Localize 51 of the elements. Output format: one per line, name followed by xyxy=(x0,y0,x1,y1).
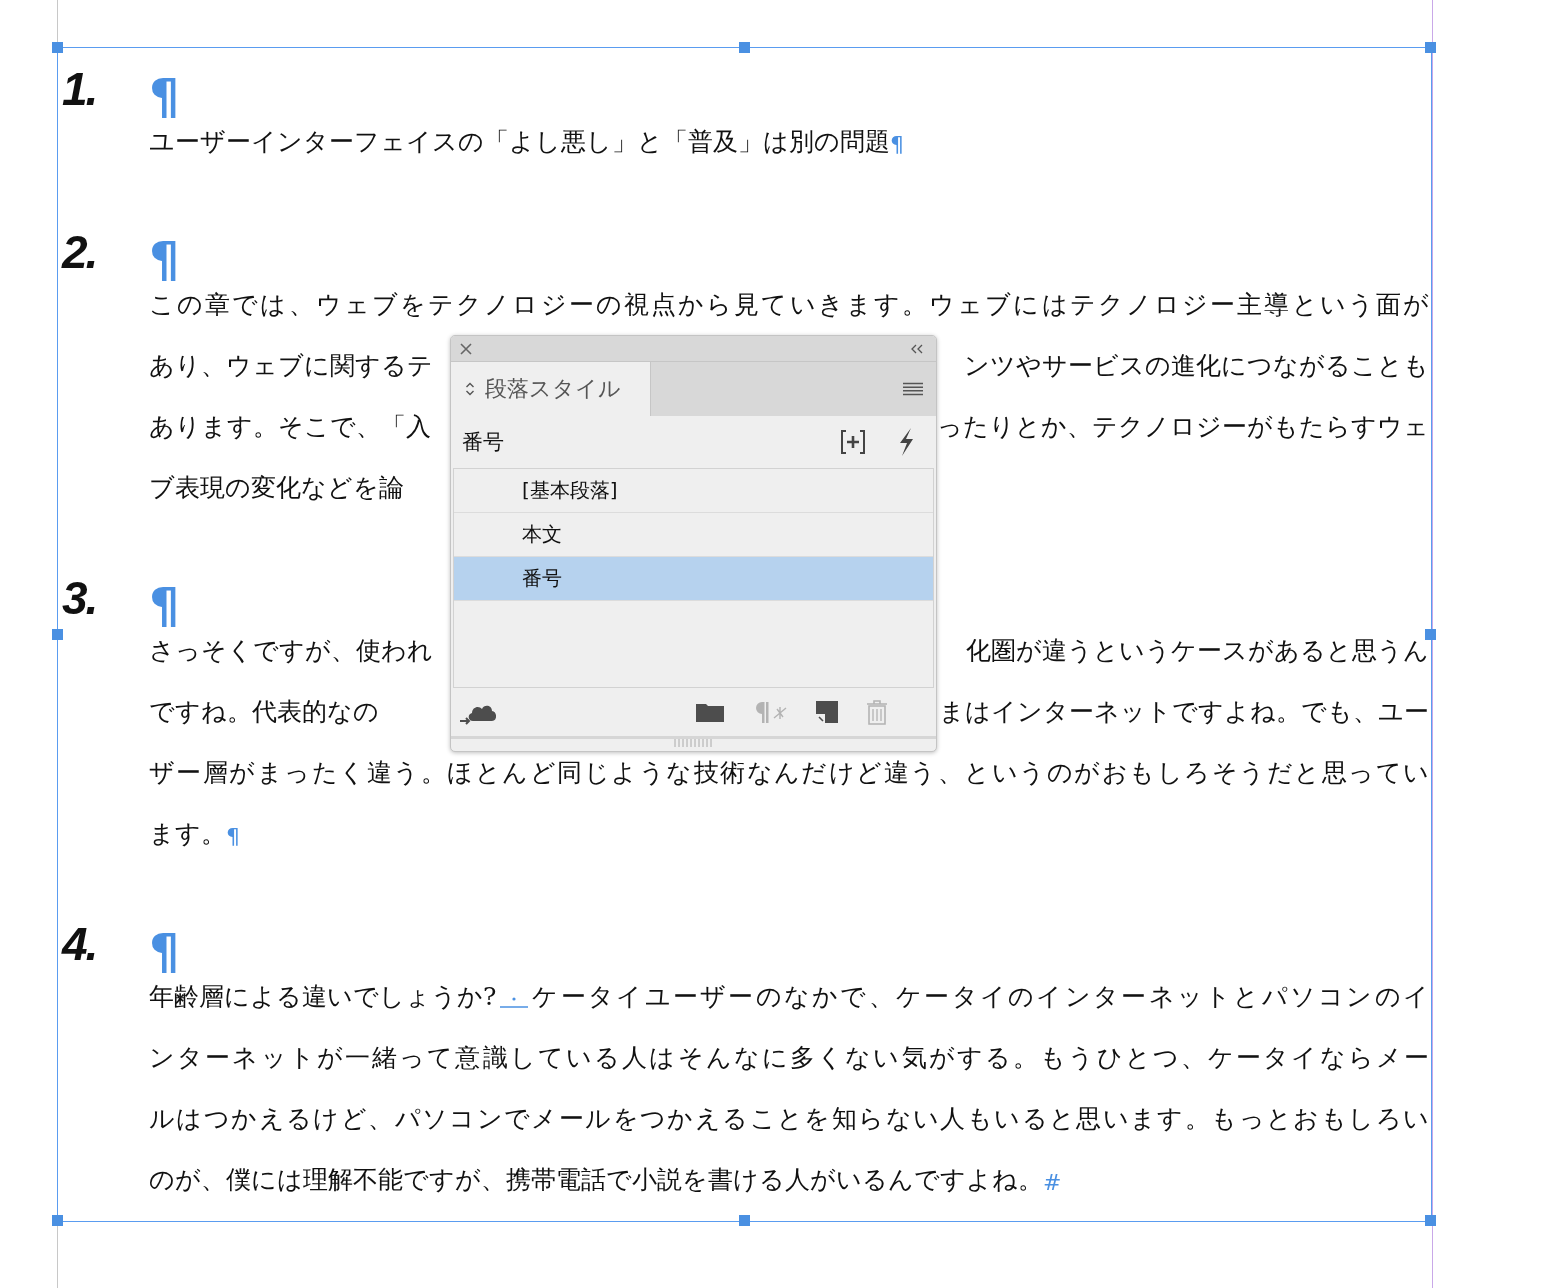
body-text: さっそくですが、使われ xyxy=(149,634,433,667)
body-text: ます。 xyxy=(149,817,226,850)
selection-handle[interactable] xyxy=(738,1215,750,1226)
selection-handle[interactable] xyxy=(52,42,63,53)
new-style-icon[interactable] xyxy=(840,429,866,455)
paragraph-end-mark: ¶ xyxy=(226,822,240,851)
paragraph-mark: ¶ xyxy=(149,575,180,630)
new-item-icon[interactable] xyxy=(816,701,838,723)
paragraph-end-mark: ¶ xyxy=(890,130,904,159)
body-text: ケータイユーザーのなかで、ケータイのインターネットとパソコンのイ xyxy=(532,980,1429,1013)
selection-handle[interactable] xyxy=(1425,42,1436,53)
paragraph-mark: ¶ xyxy=(149,921,180,976)
list-number: 4. xyxy=(60,918,98,969)
body-text: ルはつかえるけど、パソコンでメールをつかえることを知らない人もいると思います。もっとおもしろい xyxy=(149,1102,1429,1135)
body-text: 化圏が違うというケースがあると思うん xyxy=(966,634,1429,667)
paragraph-mark: ¶ xyxy=(149,66,180,121)
selection-handle[interactable] xyxy=(52,628,63,640)
style-item[interactable]: 番号 xyxy=(454,557,933,601)
body-text: ユーザーインターフェイスの「よし悪し」と「普及」は別の問題 xyxy=(149,125,890,158)
selection-handle[interactable] xyxy=(1425,628,1436,640)
body-text: ブ表現の変化などを論 xyxy=(149,471,404,504)
resize-grip-icon[interactable] xyxy=(673,739,714,747)
body-text: ったりとか、テクノロジーがもたらすウェ xyxy=(937,410,1429,443)
style-item[interactable]: [基本段落] xyxy=(454,469,933,513)
up-down-arrows-icon xyxy=(465,381,475,397)
selection-handle[interactable] xyxy=(1425,1215,1436,1226)
body-text: まはインターネットですよね。でも、ユー xyxy=(939,695,1429,728)
current-style-label: 番号 xyxy=(462,429,505,456)
body-text: ンターネットが一緒って意識している人はそんなに多くない気がする。もうひとつ、ケータイならメー xyxy=(149,1041,1429,1074)
list-number: 1. xyxy=(61,63,98,114)
body-text: ですね。代表的なの xyxy=(149,695,379,728)
panel-tab[interactable]: 段落スタイル xyxy=(451,362,651,416)
list-number: 2. xyxy=(60,226,98,277)
body-text: あり、ウェブに関するテ xyxy=(149,349,433,382)
tab-label: 段落スタイル xyxy=(485,375,621,403)
collapse-icon[interactable] xyxy=(910,343,924,354)
body-text: 年齢層による違いでしょうか? xyxy=(149,980,497,1013)
paragraph-end-mark: # xyxy=(1043,1168,1062,1197)
body-text: のが、僕には理解不能ですが、携帯電話で小説を書ける人がいるんですよね。 xyxy=(149,1163,1043,1196)
body-text: ンツやサービスの進化につながることも xyxy=(964,349,1429,382)
paragraph-mark: ¶ xyxy=(149,229,180,284)
body-text: この章では、ウェブをテクノロジーの視点から見ていきます。ウェブにはテクノロジー主導という面が xyxy=(149,288,1429,321)
anchor-marker-icon xyxy=(500,997,529,1008)
selection-handle[interactable] xyxy=(52,1215,63,1226)
close-icon[interactable] xyxy=(460,342,472,355)
selection-handle[interactable] xyxy=(738,42,750,53)
body-text: あります。そこで、「入 xyxy=(149,410,431,443)
menu-icon[interactable] xyxy=(903,382,923,396)
list-number: 3. xyxy=(61,572,98,623)
folder-icon[interactable] xyxy=(696,702,724,722)
body-text: ザー層がまったく違う。ほとんど同じような技術なんだけど違う、というのがおもしろそうだと思ってい xyxy=(149,756,1429,789)
